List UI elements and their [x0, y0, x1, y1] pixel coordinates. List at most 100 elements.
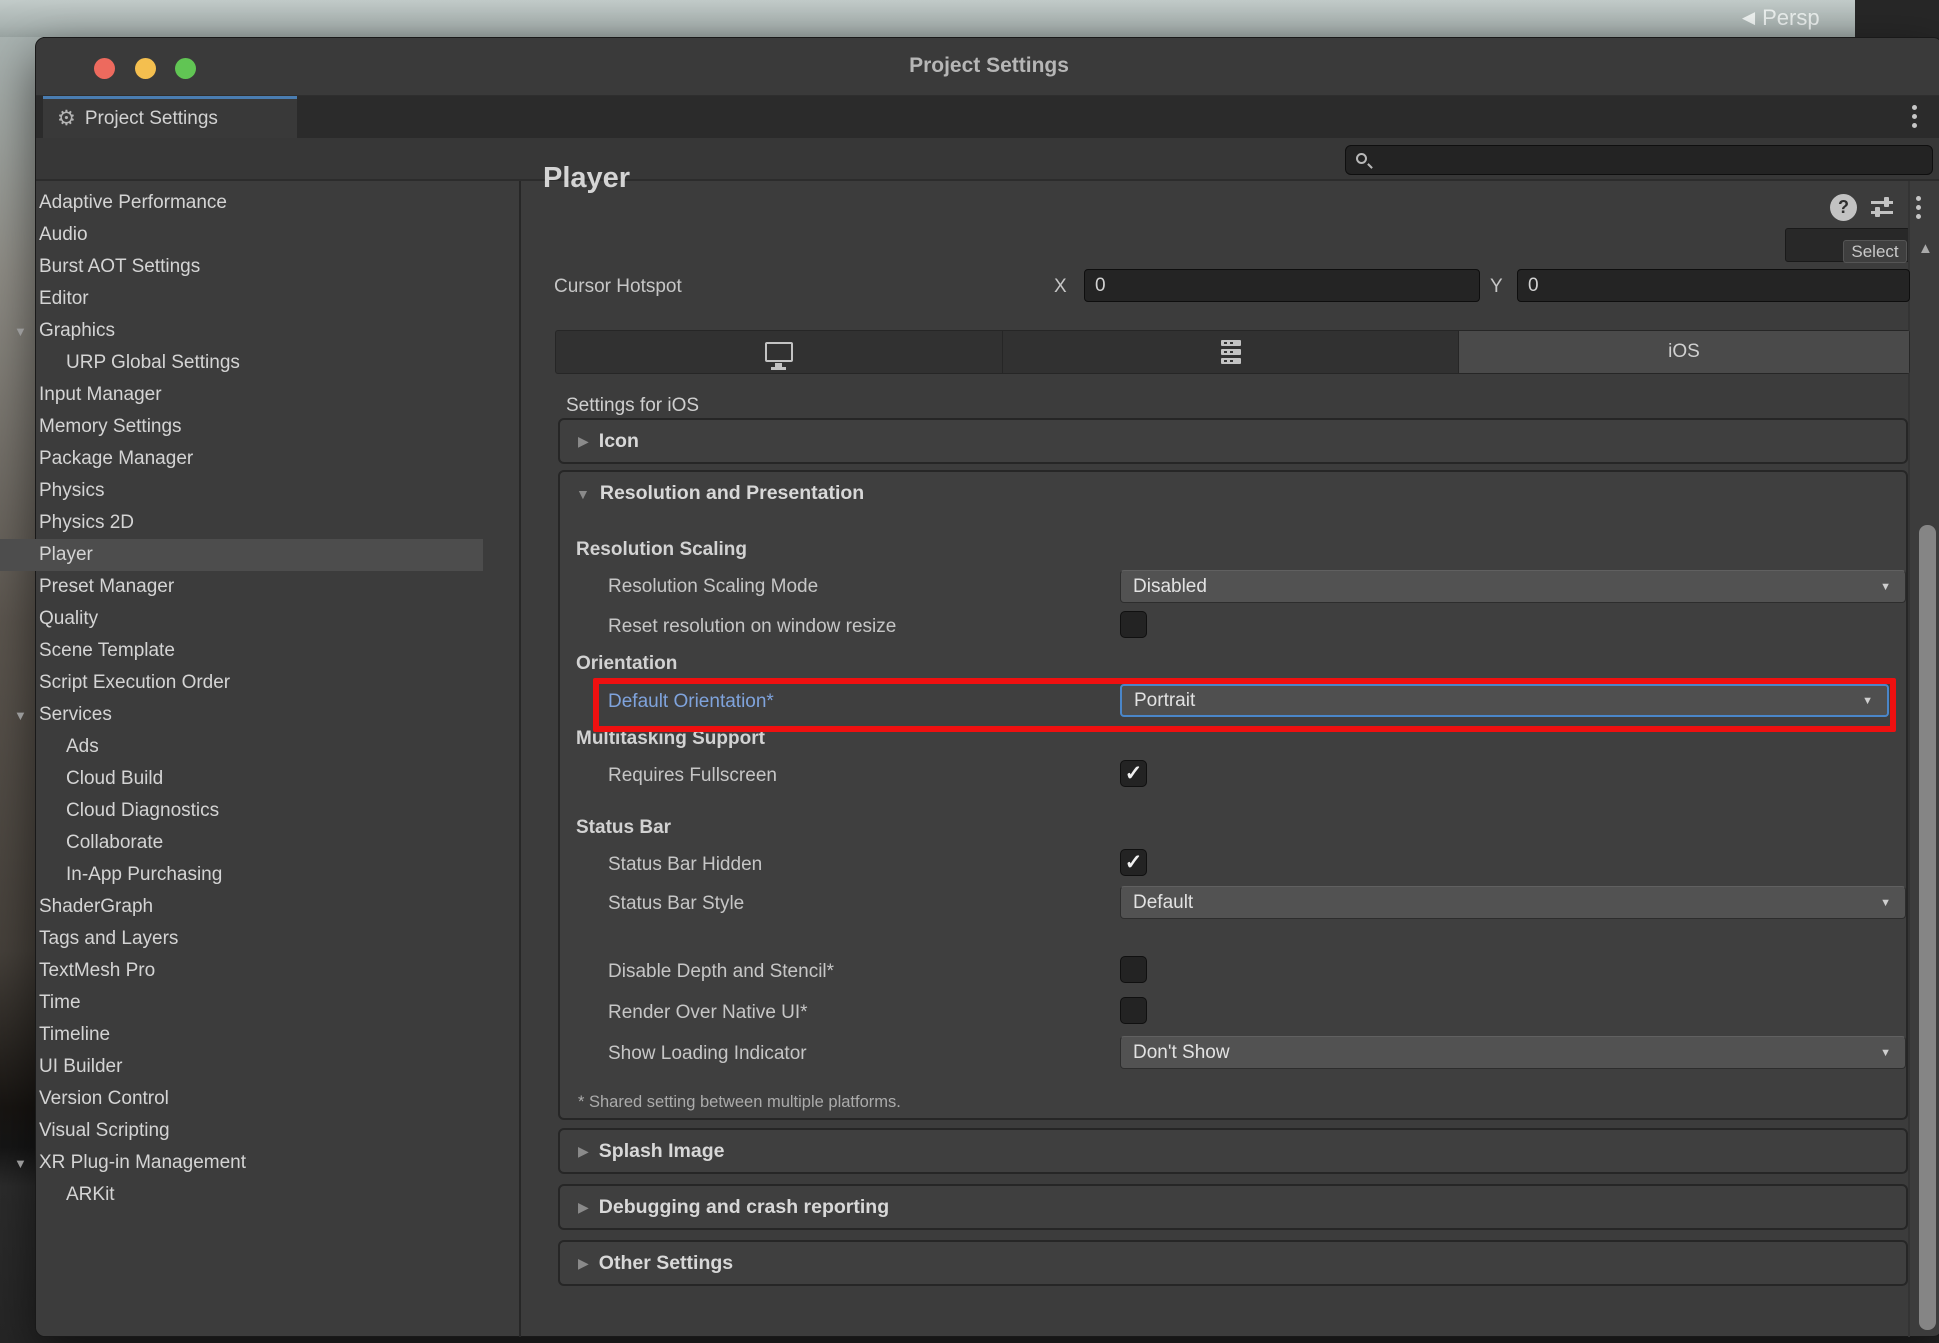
window-title: Project Settings — [36, 54, 1939, 78]
sidebar-item-audio[interactable]: Audio — [0, 219, 483, 251]
tab-platform-ios[interactable]: iOS — [1459, 331, 1909, 373]
tab-platform-desktop[interactable] — [556, 331, 1003, 373]
tab-strip-menu-icon[interactable] — [1912, 105, 1917, 110]
persp-arrow-icon: ◀ — [1742, 8, 1755, 28]
sidebar-item-tags-and-layers[interactable]: Tags and Layers — [0, 923, 483, 955]
sidebar-item-graphics[interactable]: ▼Graphics — [0, 315, 483, 347]
select-button[interactable]: Select — [1843, 240, 1907, 263]
screenshot-stage: ◀ Persp Project Settings ⚙ Project Setti… — [0, 0, 1939, 1343]
sidebar-divider[interactable] — [519, 181, 521, 1337]
loading-indicator-dropdown[interactable]: Don't Show ▼ — [1120, 1036, 1906, 1069]
resolution-scaling-mode-dropdown[interactable]: Disabled ▼ — [1120, 570, 1906, 603]
requires-fullscreen-checkbox[interactable]: ✓ — [1120, 760, 1147, 787]
sidebar-item-xr-plugin-management[interactable]: ▼XR Plug-in Management — [0, 1147, 483, 1179]
tab-project-settings[interactable]: ⚙ Project Settings — [43, 96, 297, 138]
scene-view-background — [0, 0, 1939, 37]
status-bar-header: Status Bar — [576, 817, 671, 839]
sidebar-item-scene-template[interactable]: Scene Template — [0, 635, 483, 667]
sidebar-item-player[interactable]: Player — [0, 539, 483, 571]
requires-fullscreen-label: Requires Fullscreen — [608, 765, 777, 787]
sidebar-item-timeline[interactable]: Timeline — [0, 1019, 483, 1051]
search-input[interactable] — [1345, 145, 1933, 175]
platform-tab-bar: iOS — [555, 330, 1910, 374]
sidebar-item-version-control[interactable]: Version Control — [0, 1083, 483, 1115]
section-icon[interactable]: ▶ Icon — [558, 418, 1908, 464]
help-icon[interactable]: ? — [1830, 194, 1857, 221]
expander-icon[interactable]: ▼ — [14, 1156, 27, 1171]
chevron-down-icon: ▼ — [1880, 1047, 1891, 1059]
cursor-hotspot-label: Cursor Hotspot — [554, 276, 682, 298]
status-bar-hidden-checkbox[interactable]: ✓ — [1120, 849, 1147, 876]
orientation-header: Orientation — [576, 653, 677, 675]
section-other-settings[interactable]: ▶ Other Settings — [558, 1240, 1908, 1286]
tab-strip: ⚙ Project Settings — [36, 96, 1939, 138]
scrollbar-thumb[interactable] — [1919, 525, 1936, 1330]
gear-icon: ⚙ — [57, 106, 76, 131]
sidebar-item-urp-global-settings[interactable]: URP Global Settings — [0, 347, 483, 379]
scene-gizmo-persp: ◀ Persp — [1742, 3, 1820, 33]
sidebar-item-script-execution-order[interactable]: Script Execution Order — [0, 667, 483, 699]
sidebar-item-memory-settings[interactable]: Memory Settings — [0, 411, 483, 443]
search-icon — [1356, 153, 1367, 164]
sidebar-item-quality[interactable]: Quality — [0, 603, 483, 635]
shared-setting-footnote: * Shared setting between multiple platfo… — [578, 1093, 901, 1112]
resolution-scaling-mode-label: Resolution Scaling Mode — [608, 576, 818, 598]
disable-depth-label: Disable Depth and Stencil* — [608, 961, 834, 983]
reset-resolution-checkbox[interactable] — [1120, 611, 1147, 638]
expander-icon[interactable]: ▼ — [14, 708, 27, 723]
background-panel — [1855, 0, 1939, 37]
window-titlebar[interactable]: Project Settings — [36, 38, 1939, 96]
persp-label: Persp — [1762, 5, 1819, 31]
sidebar-item-arkit[interactable]: ARKit — [0, 1179, 483, 1211]
sidebar-item-collaborate[interactable]: Collaborate — [0, 827, 483, 859]
sidebar-item-visual-scripting[interactable]: Visual Scripting — [0, 1115, 483, 1147]
sidebar-item-shadergraph[interactable]: ShaderGraph — [0, 891, 483, 923]
cursor-hotspot-x-label: X — [1054, 276, 1067, 298]
section-debugging[interactable]: ▶ Debugging and crash reporting — [558, 1184, 1908, 1230]
more-menu-icon[interactable] — [1916, 196, 1921, 201]
sidebar-item-package-manager[interactable]: Package Manager — [0, 443, 483, 475]
cursor-hotspot-x-input[interactable]: 0 — [1084, 269, 1480, 302]
chevron-down-icon: ▼ — [1880, 581, 1891, 593]
loading-indicator-label: Show Loading Indicator — [608, 1043, 807, 1065]
sidebar-item-time[interactable]: Time — [0, 987, 483, 1019]
render-native-ui-checkbox[interactable] — [1120, 997, 1147, 1024]
sidebar-item-ads[interactable]: Ads — [0, 731, 483, 763]
status-bar-style-label: Status Bar Style — [608, 893, 744, 915]
page-title: Player — [543, 162, 630, 195]
render-native-ui-label: Render Over Native UI* — [608, 1002, 808, 1024]
sidebar-item-input-manager[interactable]: Input Manager — [0, 379, 483, 411]
sidebar-item-physics[interactable]: Physics — [0, 475, 483, 507]
sidebar-item-preset-manager[interactable]: Preset Manager — [0, 571, 483, 603]
scroll-up-icon[interactable]: ▲ — [1918, 240, 1933, 257]
sidebar-item-physics-2d[interactable]: Physics 2D — [0, 507, 483, 539]
status-bar-style-dropdown[interactable]: Default ▼ — [1120, 886, 1906, 919]
server-platform-icon — [1221, 340, 1241, 364]
presets-sliders-icon[interactable] — [1871, 198, 1893, 217]
sidebar-item-burst-aot[interactable]: Burst AOT Settings — [0, 251, 483, 283]
sidebar-item-cloud-build[interactable]: Cloud Build — [0, 763, 483, 795]
settings-for-label: Settings for iOS — [566, 395, 699, 417]
expander-icon[interactable]: ▼ — [14, 324, 27, 339]
annotation-highlight-box — [593, 678, 1896, 732]
sidebar-item-adaptive-performance[interactable]: Adaptive Performance — [0, 187, 483, 219]
status-bar-hidden-label: Status Bar Hidden — [608, 854, 762, 876]
disable-depth-checkbox[interactable] — [1120, 956, 1147, 983]
sidebar-item-services[interactable]: ▼Services — [0, 699, 483, 731]
collapsed-arrow-icon: ▶ — [578, 1143, 589, 1160]
sidebar-item-editor[interactable]: Editor — [0, 283, 483, 315]
sidebar-item-textmesh-pro[interactable]: TextMesh Pro — [0, 955, 483, 987]
collapsed-arrow-icon: ▶ — [578, 1199, 589, 1216]
tab-platform-dedicated-server[interactable] — [1003, 331, 1459, 373]
sidebar-item-in-app-purchasing[interactable]: In-App Purchasing — [0, 859, 483, 891]
collapsed-arrow-icon: ▶ — [578, 433, 589, 450]
cursor-hotspot-y-input[interactable]: 0 — [1517, 269, 1910, 302]
resolution-section-header[interactable]: ▼ Resolution and Presentation — [576, 482, 864, 505]
sidebar-item-ui-builder[interactable]: UI Builder — [0, 1051, 483, 1083]
section-splash-image[interactable]: ▶ Splash Image — [558, 1128, 1908, 1174]
resolution-scaling-header: Resolution Scaling — [576, 539, 747, 561]
ios-tab-label: iOS — [1668, 341, 1700, 363]
search-row — [36, 138, 1939, 181]
collapsed-arrow-icon: ▶ — [578, 1255, 589, 1272]
sidebar-item-cloud-diagnostics[interactable]: Cloud Diagnostics — [0, 795, 483, 827]
